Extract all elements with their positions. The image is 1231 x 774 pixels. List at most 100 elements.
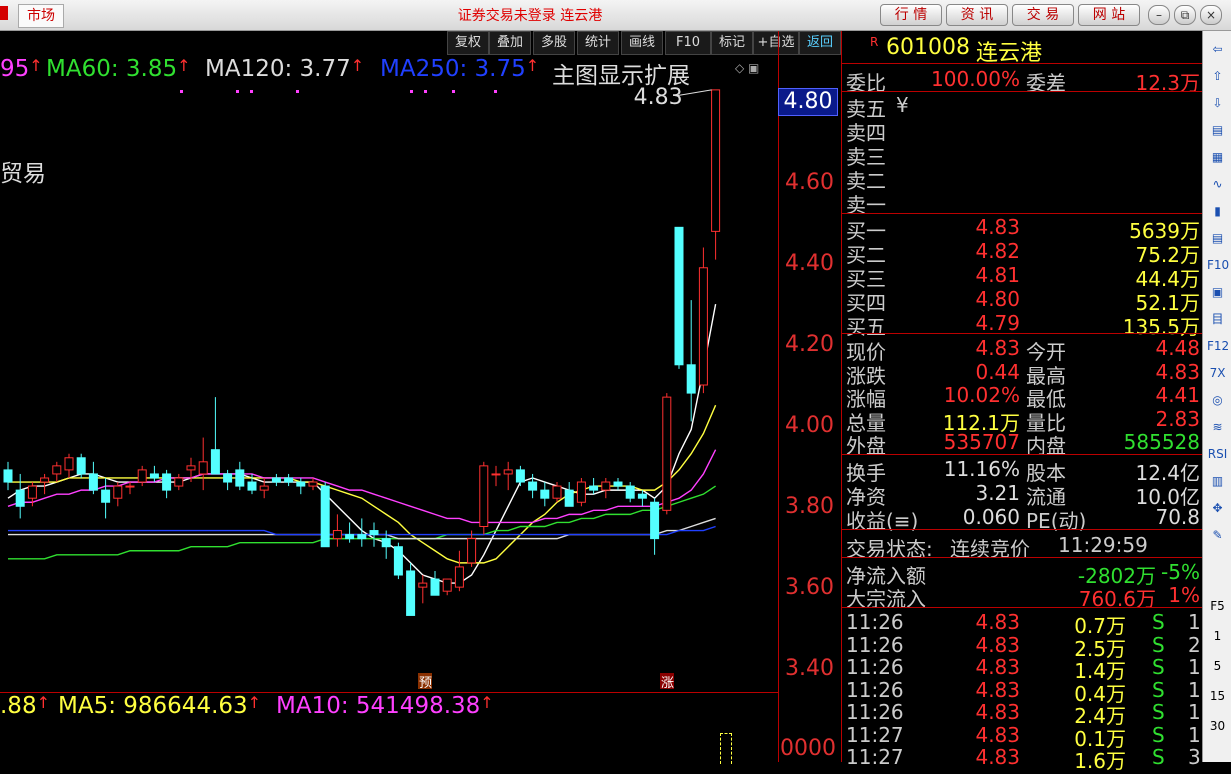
legend-dot: [250, 90, 253, 93]
candle-body: [271, 477, 281, 483]
up-arrow-icon[interactable]: ⇧: [1207, 66, 1228, 86]
restore-button[interactable]: ⧉: [1174, 5, 1196, 25]
quote-row: 涨幅 10.02% 最低 4.41: [846, 383, 1200, 411]
weibi-value: 100.00%: [931, 67, 1020, 91]
chart-display-expand[interactable]: 主图显示扩展: [552, 56, 690, 90]
move-icon[interactable]: ✥: [1207, 498, 1228, 518]
legend-dot: [180, 90, 183, 93]
price-axis: 4.60 4.40 4.20 4.00 3.80 3.60 3.40: [778, 31, 841, 762]
bid-row[interactable]: 买二 4.82 75.2万: [846, 239, 1200, 267]
market-button[interactable]: 市场: [18, 4, 64, 28]
book-icon[interactable]: ▤: [1207, 120, 1228, 140]
candlestick-chart[interactable]: 4.83预涨: [0, 56, 778, 692]
candle-body: [308, 481, 318, 487]
candle-body: [52, 465, 62, 475]
candle-body: [515, 469, 525, 483]
window-title: 证券交易未登录 连云港: [457, 8, 603, 24]
close-button[interactable]: ×: [1200, 5, 1222, 25]
notebook-icon[interactable]: 目: [1207, 309, 1228, 329]
wave-icon[interactable]: ≋: [1207, 417, 1228, 437]
up-arrow-left-icon[interactable]: ⇦: [1207, 39, 1228, 59]
candle-icon[interactable]: ▮: [1207, 201, 1228, 221]
circle-icon[interactable]: ◎: [1207, 390, 1228, 410]
ma120-legend: MA120: 3.77↑: [205, 56, 365, 82]
pencil-icon[interactable]: ✎: [1207, 525, 1228, 545]
toolbar-mark[interactable]: 标记: [711, 31, 753, 55]
volume-axis-label: 0000: [780, 736, 836, 761]
candle-body: [162, 473, 172, 491]
flow-row: 大宗流入 760.6万 1%: [846, 583, 1200, 611]
down-arrow-icon[interactable]: ⇩: [1207, 93, 1228, 113]
sidebar-f10-icon[interactable]: F10: [1207, 255, 1229, 275]
quotes-button[interactable]: 行 情: [880, 4, 942, 26]
bid-row[interactable]: 买一 4.83 5639万: [846, 215, 1200, 243]
toolbar-f10[interactable]: F10: [665, 31, 711, 55]
sidebar-period-1[interactable]: 1: [1203, 629, 1231, 643]
bid-row[interactable]: 买三 4.81 44.4万: [846, 263, 1200, 291]
candle-body: [64, 457, 74, 471]
candle-body: [40, 477, 50, 483]
candle-body: [406, 570, 416, 616]
bid-row[interactable]: 买四 4.80 52.1万: [846, 287, 1200, 315]
sidebar-period-5[interactable]: 5: [1203, 659, 1231, 673]
candle-body: [442, 578, 452, 592]
app-logo-icon: [0, 6, 8, 20]
quote-row: 外盘 535707 内盘 585528: [846, 430, 1200, 458]
grid-icon[interactable]: ▦: [1207, 147, 1228, 167]
bar-icon[interactable]: ▥: [1207, 471, 1228, 491]
toolbar-statistics[interactable]: 统计: [577, 31, 619, 55]
y-tick: 4.00: [785, 413, 834, 438]
toolbar-overlay[interactable]: 叠加: [489, 31, 531, 55]
sidebar-period-30[interactable]: 30: [1203, 719, 1231, 733]
current-price-tag: 4.80: [778, 88, 838, 116]
candle-body: [113, 485, 123, 499]
ask-row[interactable]: 卖三: [846, 141, 1200, 169]
candle-body: [540, 489, 550, 499]
sidebar-rsi-icon[interactable]: RSI: [1207, 444, 1228, 464]
candle-body: [503, 469, 513, 475]
flow-row: 净流入额 -2802万 -5%: [846, 560, 1200, 588]
candle-body: [369, 530, 379, 536]
list-icon[interactable]: ▤: [1207, 228, 1228, 248]
candle-body: [137, 469, 147, 483]
ask-row[interactable]: 卖二: [846, 165, 1200, 193]
y-tick: 4.60: [785, 170, 834, 195]
candle-body: [357, 534, 367, 540]
doc-icon[interactable]: ▣: [1207, 282, 1228, 302]
news-button[interactable]: 资 讯: [946, 4, 1008, 26]
right-sidebar: ⇦ ⇧ ⇩ ▤ ▦ ∿ ▮ ▤ F10 ▣ 目 F12 7X ◎ ≋ RSI ▥ ✥ ✎ F5 1 5 15 30: [1202, 31, 1231, 762]
toolbar-fuquan[interactable]: 复权: [447, 31, 489, 55]
sidebar-f12-icon[interactable]: F12: [1207, 336, 1229, 356]
minimize-button[interactable]: –: [1148, 5, 1170, 25]
candle-body: [589, 485, 599, 491]
candle-body: [296, 481, 306, 487]
candle-body: [76, 457, 86, 475]
bid-row[interactable]: 买五 4.79 135.5万: [846, 311, 1200, 339]
legend-dot: [296, 90, 299, 93]
line-chart-icon[interactable]: ∿: [1207, 174, 1228, 194]
zhang-marker-label: 涨: [661, 676, 674, 691]
tick-row: 11:26 4.83 1.4万 S 1: [846, 655, 1201, 683]
vol-legend-item: .88↑: [0, 693, 50, 719]
sidebar-period-F5[interactable]: F5: [1203, 599, 1231, 613]
ask-row[interactable]: 卖四: [846, 117, 1200, 145]
quote-row: 现价 4.83 今开 4.48: [846, 336, 1200, 364]
quote-panel: R 601008 连云港 委比 100.00% 委差 12.3万 卖五 ¥ 卖四…: [841, 31, 1202, 773]
stock-code: 601008: [886, 35, 970, 60]
tick-row: 11:27 4.83 1.6万 S 3: [846, 745, 1201, 773]
candle-body: [467, 538, 477, 564]
sidebar-period-15[interactable]: 15: [1203, 689, 1231, 703]
expand-icon[interactable]: ◇ ▣: [735, 61, 759, 75]
fx-icon[interactable]: 7X: [1207, 363, 1228, 383]
ma60-legend: MA60: 3.85↑: [46, 56, 191, 82]
candle-body: [528, 481, 538, 491]
volume-bar: [720, 733, 732, 764]
ask-row[interactable]: 卖一: [846, 189, 1200, 217]
toolbar-draw-line[interactable]: 画线: [621, 31, 663, 55]
toolbar-multi-stock[interactable]: 多股: [533, 31, 575, 55]
trade-button[interactable]: 交 易: [1012, 4, 1074, 26]
website-button[interactable]: 网 站: [1078, 4, 1140, 26]
quote-row: 总量 112.1万 量比 2.83: [846, 406, 1200, 435]
candle-body: [235, 469, 245, 487]
ask-row[interactable]: 卖五 ¥: [846, 93, 1200, 121]
